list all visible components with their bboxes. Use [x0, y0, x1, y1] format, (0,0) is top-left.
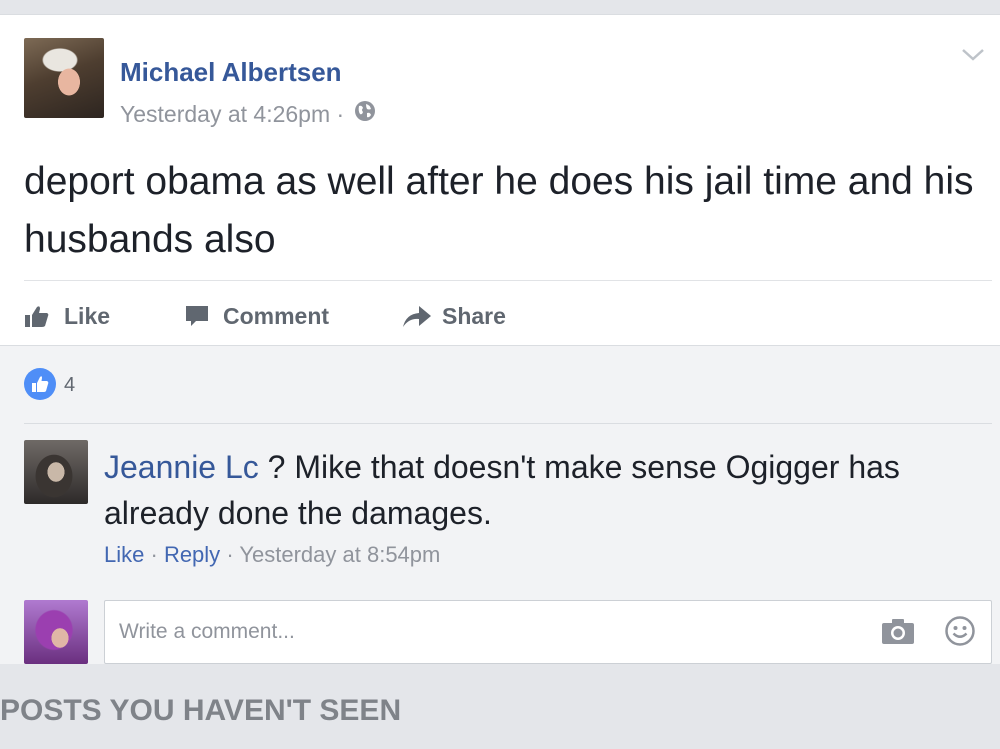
- commenter-avatar[interactable]: [24, 440, 88, 504]
- separator: ·: [150, 542, 158, 567]
- post-card: Michael Albertsen Yesterday at 4:26pm · …: [0, 14, 1000, 664]
- comment-reply-link[interactable]: Reply: [164, 542, 220, 567]
- reaction-count[interactable]: 4: [64, 374, 75, 397]
- section-header: POSTS YOU HAVEN'T SEEN: [0, 694, 402, 727]
- comment-like-link[interactable]: Like: [104, 542, 144, 567]
- share-button[interactable]: Share: [402, 301, 522, 335]
- comment-author-name[interactable]: Jeannie Lc: [104, 449, 259, 485]
- separator: ·: [226, 542, 234, 567]
- like-reaction-icon[interactable]: [24, 368, 56, 400]
- comments-divider: [24, 423, 992, 424]
- like-button[interactable]: Like: [24, 301, 124, 335]
- emoji-icon[interactable]: [945, 616, 975, 646]
- share-arrow-icon: [403, 306, 431, 327]
- post-text: deport obama as well after he does his j…: [24, 160, 974, 261]
- camera-icon[interactable]: [881, 617, 915, 645]
- actions-divider: [24, 280, 992, 281]
- share-label: Share: [442, 303, 506, 329]
- thumbs-up-icon: [25, 306, 49, 327]
- globe-icon: [355, 101, 375, 121]
- post-author-name[interactable]: Michael Albertsen: [120, 57, 342, 88]
- post-timestamp[interactable]: Yesterday at 4:26pm: [120, 101, 330, 127]
- comment-icon: [186, 306, 208, 326]
- current-user-avatar: [24, 600, 88, 664]
- meta-separator: ·: [336, 101, 345, 127]
- like-label: Like: [64, 303, 111, 329]
- comment-input[interactable]: [117, 601, 861, 663]
- comment-timestamp[interactable]: Yesterday at 8:54pm: [239, 542, 440, 567]
- comment-body: Jeannie Lc ? Mike that doesn't make sens…: [104, 444, 974, 536]
- comment-button[interactable]: Comment: [184, 301, 344, 335]
- chevron-down-icon[interactable]: [960, 45, 986, 65]
- comment-composer: [104, 600, 992, 664]
- post-meta: Yesterday at 4:26pm ·: [120, 101, 344, 128]
- author-avatar[interactable]: [24, 38, 104, 118]
- comments-section: 4 Jeannie Lc ? Mike that doesn't make se…: [0, 345, 1000, 664]
- comment-label: Comment: [223, 303, 330, 329]
- comment-actions: Like · Reply · Yesterday at 8:54pm: [104, 542, 440, 568]
